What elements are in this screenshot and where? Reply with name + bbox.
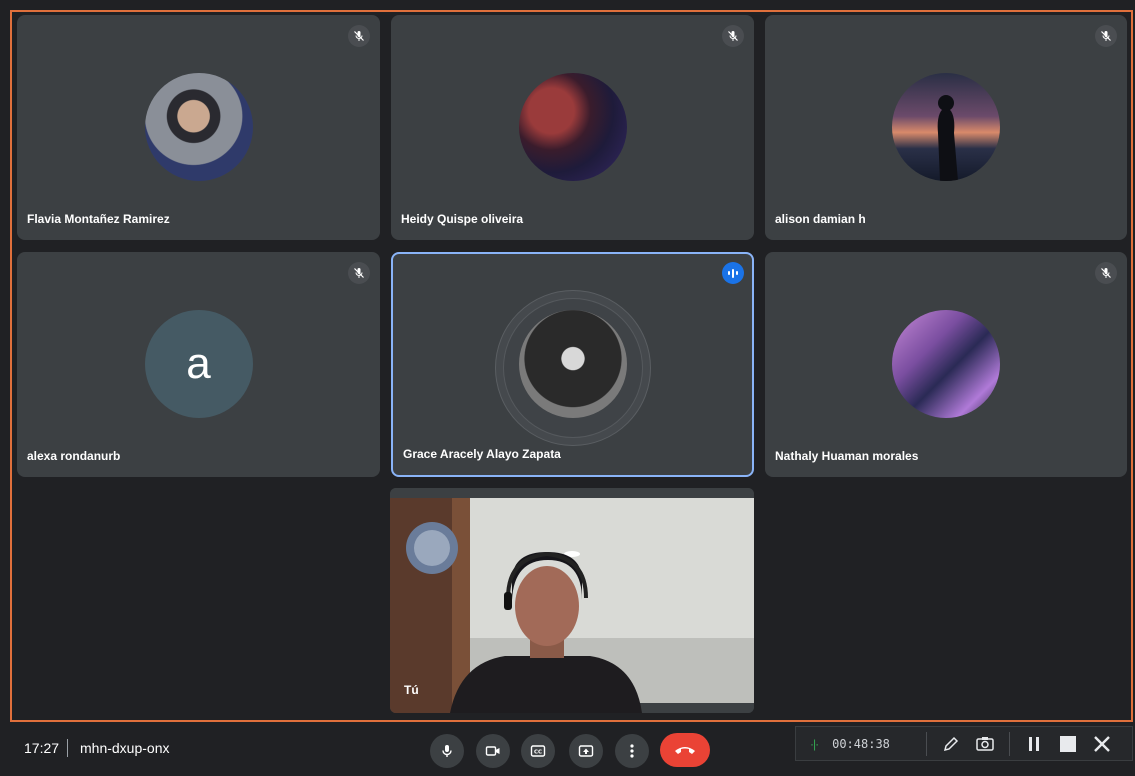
- participant-tile-grace[interactable]: Grace Aracely Alayo Zapata: [391, 252, 754, 477]
- audio-level-icon: ·|·: [810, 736, 819, 751]
- more-options-button[interactable]: [615, 734, 649, 768]
- participant-name: Heidy Quispe oliveira: [401, 212, 524, 226]
- self-view-tile[interactable]: Tú: [390, 488, 754, 713]
- pause-button[interactable]: [1020, 730, 1048, 758]
- participant-tile-alison[interactable]: alison damian h: [765, 15, 1127, 240]
- mic-off-icon: [348, 25, 370, 47]
- avatar: [518, 73, 627, 181]
- pen-button[interactable]: [937, 730, 965, 758]
- hangup-icon: [675, 747, 695, 754]
- avatar: [144, 73, 253, 181]
- clock: 17:27: [24, 740, 60, 756]
- participant-tile-flavia[interactable]: Flavia Montañez Ramirez: [17, 15, 380, 240]
- present-icon: [578, 745, 594, 757]
- participant-tile-nathaly[interactable]: Nathaly Huaman morales: [765, 252, 1127, 477]
- present-button[interactable]: [569, 734, 603, 768]
- stop-icon: [1059, 735, 1076, 752]
- avatar: [518, 310, 627, 418]
- participant-name: Grace Aracely Alayo Zapata: [403, 447, 561, 461]
- camera-button[interactable]: [476, 734, 510, 768]
- mic-icon: [442, 745, 452, 757]
- recorder-toolbar: ·|· 00:48:38: [795, 726, 1133, 761]
- screenshot-button[interactable]: [971, 730, 999, 758]
- camera-snapshot-icon: [976, 736, 994, 751]
- close-icon: [1094, 735, 1110, 752]
- avatar: [892, 73, 1000, 181]
- divider: [925, 731, 927, 756]
- avatar: a: [144, 310, 253, 418]
- pause-icon: [1028, 736, 1039, 751]
- captions-button[interactable]: CC: [521, 734, 555, 768]
- pen-icon: [943, 736, 958, 751]
- mic-off-icon: [348, 262, 370, 284]
- recording-timer: 00:48:38: [832, 736, 890, 751]
- svg-text:CC: CC: [534, 750, 542, 756]
- meeting-code: mhn-dxup-onx: [80, 740, 170, 756]
- speaking-indicator-icon: [722, 262, 744, 284]
- divider: [1008, 731, 1010, 756]
- participant-name: alexa rondanurb: [27, 449, 121, 463]
- participant-name: Flavia Montañez Ramirez: [27, 212, 170, 226]
- mic-off-icon: [722, 25, 744, 47]
- self-label: Tú: [404, 683, 419, 697]
- participant-name: Nathaly Huaman morales: [775, 449, 919, 463]
- participant-tile-heidy[interactable]: Heidy Quispe oliveira: [391, 15, 754, 240]
- mic-off-icon: [1095, 25, 1117, 47]
- stop-button[interactable]: [1054, 730, 1082, 758]
- mic-button[interactable]: [430, 734, 464, 768]
- close-button[interactable]: [1088, 730, 1116, 758]
- participant-tile-alexa[interactable]: a alexa rondanurb: [17, 252, 380, 477]
- self-video: [390, 488, 754, 713]
- captions-icon: CC: [530, 745, 546, 757]
- divider: [67, 739, 68, 757]
- mic-off-icon: [1095, 262, 1117, 284]
- avatar: [892, 310, 1000, 418]
- leave-call-button[interactable]: [660, 733, 710, 767]
- camera-icon: [485, 746, 500, 756]
- more-icon: [630, 744, 634, 758]
- participant-name: alison damian h: [775, 212, 866, 226]
